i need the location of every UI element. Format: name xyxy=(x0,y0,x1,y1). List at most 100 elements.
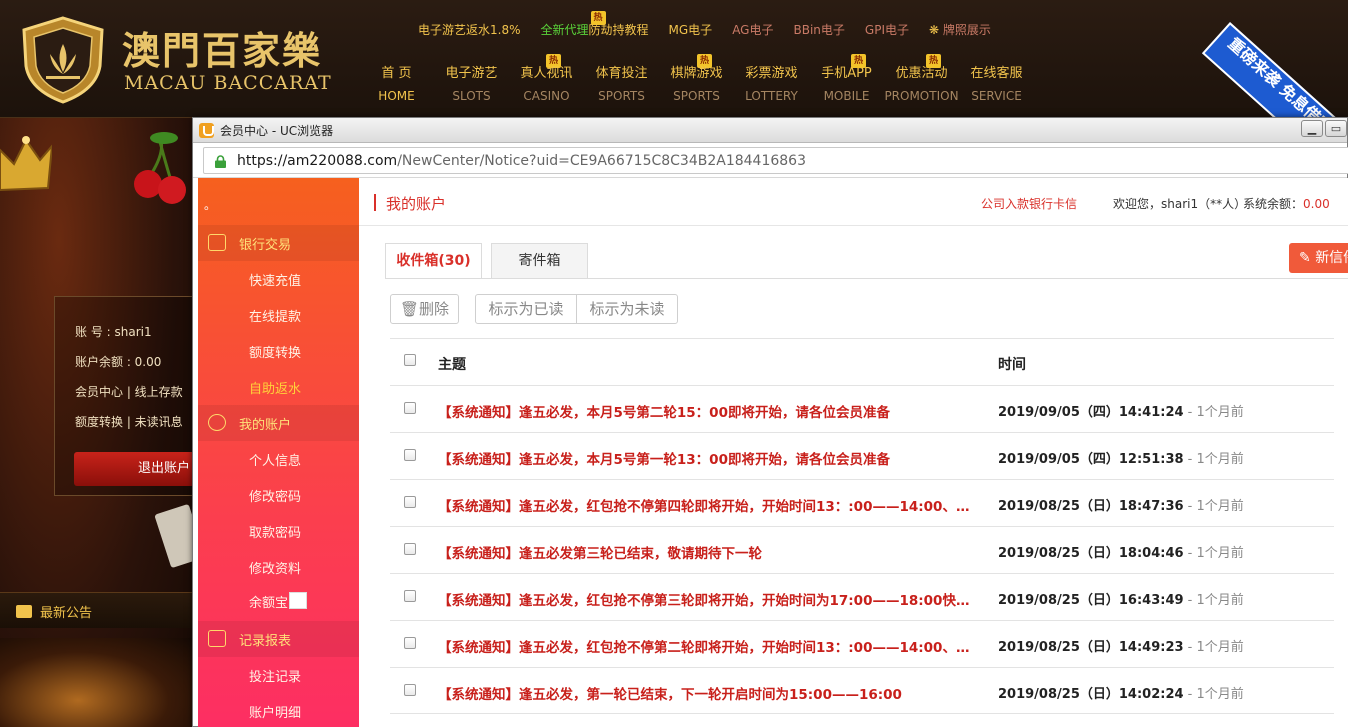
subnav-mg[interactable]: MG电子 xyxy=(669,21,713,38)
row-checkbox[interactable] xyxy=(404,449,416,461)
time-value: 2019/08/25（日）14:02:24 xyxy=(998,687,1184,702)
sidebar-item-transfer[interactable]: 额度转换 xyxy=(249,342,301,361)
account-links-2[interactable]: 额度转换 | 未读讯息 xyxy=(75,413,183,430)
message-time: 2019/08/25（日）14:49:23 - 1个月前 xyxy=(998,636,1244,655)
promo-corner-banner[interactable]: 重磅来袭 免息借呗 xyxy=(1200,0,1348,118)
subnav-rebate[interactable]: 电子游艺返水1.8% xyxy=(418,21,521,38)
message-subject[interactable]: 【系统通知】逢五必发，红包抢不停第二轮即将开始，开始时间13：:00——14:0… xyxy=(438,636,983,656)
sidebar-item-account-detail[interactable]: 账户明细 xyxy=(249,702,301,721)
window-titlebar[interactable]: 会员中心 - UC浏览器 ▁ ▭ xyxy=(193,118,1347,143)
message-subject[interactable]: 【系统通知】逢五必发，第一轮已结束，下一轮开启时间为15:00——16:00 xyxy=(438,683,983,703)
lock-icon xyxy=(215,155,226,168)
subnav-ag[interactable]: AG电子 xyxy=(732,21,773,38)
row-checkbox[interactable] xyxy=(404,684,416,696)
table-row[interactable]: 【系统通知】逢五必发，红包抢不停第四轮即将开始，开始时间13：:00——14:0… xyxy=(390,479,1334,526)
table-row[interactable]: 【系统通知】逢五必发，本月5号第一轮13：00即将开始，请各位会员准备 2019… xyxy=(390,432,1334,479)
nav-slots[interactable]: 电子游艺 SLOTS 热 xyxy=(434,54,561,103)
table-row[interactable]: 【系统通知】逢五必发，本月5号第二轮15：00即将开始，请各位会员准备 2019… xyxy=(390,385,1334,432)
maximize-button[interactable]: ▭ xyxy=(1325,120,1347,137)
sidebar-section-records[interactable]: 记录报表 xyxy=(198,621,359,657)
nav-sports[interactable]: 体育投注 SPORTS xyxy=(584,62,659,103)
column-time: 时间 xyxy=(998,357,1026,373)
subnav-antihijack[interactable]: 防劫持教程 xyxy=(589,21,649,38)
megaphone-icon xyxy=(16,605,32,618)
message-subject[interactable]: 【系统通知】逢五必发，红包抢不停第四轮即将开始，开始时间13：:00——14:0… xyxy=(438,495,983,515)
account-balance: 账户余额 : 0.00 xyxy=(75,355,162,369)
nav-casino[interactable]: 真人视讯 CASINO 热 xyxy=(509,54,712,103)
sidebar-item-rebate[interactable]: 自助返水 xyxy=(249,378,301,397)
sidebar-item-edit-info[interactable]: 修改资料 xyxy=(249,558,301,577)
subnav-bbin[interactable]: BBin电子 xyxy=(794,21,845,38)
member-content: 我的账户 公司入款银行卡信 欢迎您，shari1（**人） 系统余额：0.00 … xyxy=(359,178,1348,727)
message-subject[interactable]: 【系统通知】逢五必发第三轮已结束，敬请期待下一轮 xyxy=(438,542,983,562)
nav-lottery[interactable]: 彩票游戏 LOTTERY xyxy=(734,62,809,103)
minimize-button[interactable]: ▁ xyxy=(1301,120,1323,137)
nav-sublabel: SPORTS xyxy=(598,89,645,103)
row-checkbox[interactable] xyxy=(404,543,416,555)
mark-read-button[interactable]: 标示为已读 xyxy=(475,294,577,324)
sidebar-item-withdraw-password[interactable]: 取款密码 xyxy=(249,522,301,541)
site-header: 澳門百家樂 MACAU BACCARAT 电子游艺返水1.8% 全新代理热 防劫… xyxy=(0,0,1348,118)
sidebar-item-yuebao[interactable]: 余额宝 xyxy=(249,592,308,611)
nav-label: 在线客服 xyxy=(970,66,1023,81)
nav-sublabel: HOME xyxy=(378,89,415,103)
delete-label: 删除 xyxy=(419,300,450,318)
nav-chess[interactable]: 棋牌游戏 SPORTS xyxy=(659,62,734,103)
sidebar-dot: 。 xyxy=(204,198,217,212)
nav-mobile[interactable]: 手机APP MOBILE xyxy=(809,62,884,103)
new-message-button[interactable]: ✎ 新信件 xyxy=(1289,243,1348,273)
nav-home[interactable]: 首 页 HOME xyxy=(359,62,434,103)
subnav-gpi[interactable]: GPI电子 xyxy=(865,21,909,38)
nav-service[interactable]: 在线客服 SERVICE xyxy=(959,62,1034,103)
message-subject[interactable]: 【系统通知】逢五必发，本月5号第二轮15：00即将开始，请各位会员准备 xyxy=(438,401,983,421)
nav-label: 棋牌游戏 xyxy=(670,66,723,81)
time-ago: - 1个月前 xyxy=(1183,593,1244,608)
latest-notice-bar[interactable]: 最新公告 xyxy=(0,592,195,628)
nav-label: 电子游艺 xyxy=(445,66,498,81)
nav-label: 彩票游戏 xyxy=(745,66,798,81)
time-ago: - 1个月前 xyxy=(1183,452,1244,467)
nav-label: 真人视讯 xyxy=(520,66,573,81)
bank-card-link[interactable]: 公司入款银行卡信 xyxy=(981,195,1077,212)
table-row[interactable]: 【系统通知】逢五必发，红包抢不停第三轮即将开始，开始时间为17:00——18:0… xyxy=(390,573,1334,620)
balance-value: 0.00 xyxy=(1303,197,1330,211)
wallet-icon xyxy=(208,234,226,251)
url-input[interactable]: https://am220088.com/NewCenter/Notice?ui… xyxy=(203,147,1348,174)
mark-unread-button[interactable]: 标示为未读 xyxy=(576,294,678,324)
sidebar-item-withdraw[interactable]: 在线提款 xyxy=(249,306,301,325)
select-all-checkbox[interactable] xyxy=(404,354,416,366)
nav-promotion[interactable]: 优惠活动 PROMOTION xyxy=(884,62,959,103)
logo-chinese[interactable]: 澳門百家樂 xyxy=(122,20,322,75)
sidebar-item-change-password[interactable]: 修改密码 xyxy=(249,486,301,505)
subnav-agent[interactable]: 全新代理热 xyxy=(541,11,606,38)
row-checkbox[interactable] xyxy=(404,637,416,649)
logo-english[interactable]: MACAU BACCARAT xyxy=(124,72,332,94)
account-links-1[interactable]: 会员中心 | 线上存款 xyxy=(75,383,183,400)
cherry-icon xyxy=(134,132,186,204)
sidebar-section-label: 银行交易 xyxy=(239,238,292,253)
row-checkbox[interactable] xyxy=(404,590,416,602)
new-message-label: 新信件 xyxy=(1315,250,1348,266)
sidebar-item-bet-records[interactable]: 投注记录 xyxy=(249,666,301,685)
subnav-license[interactable]: ❋ 牌照展示 xyxy=(929,21,991,38)
member-sidebar: 。 银行交易 快速充值 在线提款 额度转换 自助返水 我的账户 个人信息 修改密… xyxy=(198,178,359,727)
table-row[interactable]: 【系统通知】逢五必发，第一轮已结束，下一轮开启时间为15:00——16:00 2… xyxy=(390,667,1334,714)
table-row[interactable]: 【系统通知】逢五必发第三轮已结束，敬请期待下一轮 2019/08/25（日）18… xyxy=(390,526,1334,573)
logout-button[interactable]: 退出账户 xyxy=(74,452,195,486)
browser-window: 会员中心 - UC浏览器 ▁ ▭ https://am220088.com/Ne… xyxy=(192,117,1348,727)
sidebar-section-bank[interactable]: 银行交易 xyxy=(198,225,359,261)
sidebar-item-profile[interactable]: 个人信息 xyxy=(249,450,301,469)
message-subject[interactable]: 【系统通知】逢五必发，红包抢不停第三轮即将开始，开始时间为17:00——18:0… xyxy=(438,589,983,609)
sidebar-item-quick-deposit[interactable]: 快速充值 xyxy=(249,270,301,289)
tab-outbox[interactable]: 寄件箱 xyxy=(491,243,588,279)
message-subject[interactable]: 【系统通知】逢五必发，本月5号第一轮13：00即将开始，请各位会员准备 xyxy=(438,448,983,468)
row-checkbox[interactable] xyxy=(404,402,416,414)
delete-button[interactable]: 🗑删除 xyxy=(390,294,459,324)
sidebar-section-label: 我的账户 xyxy=(239,418,292,433)
time-value: 2019/08/25（日）14:49:23 xyxy=(998,640,1184,655)
table-row[interactable]: 【系统通知】逢五必发，红包抢不停第二轮即将开始，开始时间13：:00——14:0… xyxy=(390,620,1334,667)
sidebar-section-account[interactable]: 我的账户 xyxy=(198,405,359,441)
tab-inbox[interactable]: 收件箱(30) xyxy=(385,243,482,279)
row-checkbox[interactable] xyxy=(404,496,416,508)
hot-badge: 热 xyxy=(926,54,941,68)
